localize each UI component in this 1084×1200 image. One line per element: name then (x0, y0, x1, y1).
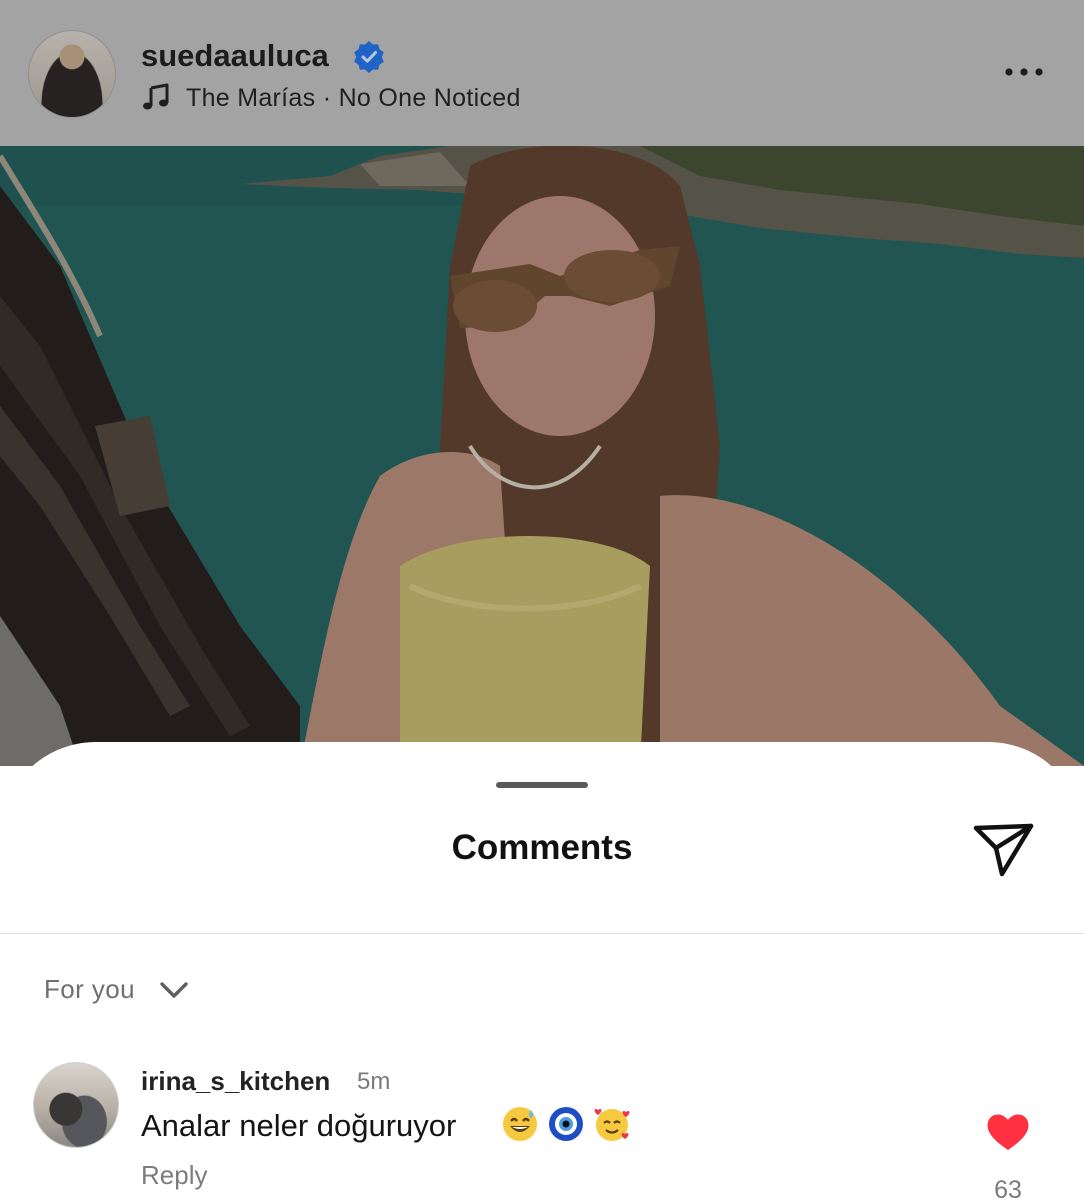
author-username[interactable]: suedaauluca (141, 38, 329, 74)
music-separator: · (322, 84, 332, 112)
smiling-face-with-hearts-emoji-icon (594, 1108, 630, 1141)
verified-icon (354, 41, 384, 73)
music-note-icon (143, 83, 169, 110)
sheet-divider (0, 933, 1084, 934)
post-photo[interactable] (0, 146, 1084, 766)
comment-timestamp: 5m (357, 1068, 391, 1095)
comment-item: irina_s_kitchen 5m Analar neler doğuruyo… (0, 1060, 1084, 1200)
sheet-title: Comments (451, 828, 633, 867)
comment-emojis (500, 1104, 632, 1144)
author-avatar[interactable] (28, 30, 116, 118)
heart-icon[interactable] (986, 1112, 1030, 1152)
comments-sheet: Comments For you irina_s_kitchen 5m Anal… (0, 742, 1084, 1200)
more-icon[interactable] (1000, 62, 1048, 82)
music-label[interactable]: The Marías · No One Noticed (186, 84, 521, 113)
music-artist: The Marías (186, 84, 316, 112)
reply-button[interactable]: Reply (141, 1160, 207, 1191)
nazar-amulet-emoji-icon (549, 1107, 583, 1141)
comment-filter-dropdown[interactable]: For you (44, 974, 189, 1005)
like-count: 63 (994, 1176, 1022, 1200)
chevron-down-icon (160, 981, 188, 998)
sheet-grab-handle[interactable] (496, 782, 588, 788)
share-icon[interactable] (970, 820, 1036, 880)
music-track: No One Noticed (338, 84, 521, 112)
commenter-avatar[interactable] (33, 1062, 119, 1148)
post-header: suedaauluca The Marías · No One Noticed (0, 0, 1084, 146)
sweat-smile-emoji-icon (503, 1107, 537, 1141)
photo-illustration (0, 146, 1084, 766)
filter-label: For you (44, 974, 135, 1004)
commenter-username[interactable]: irina_s_kitchen (141, 1066, 330, 1097)
comment-text: Analar neler doğuruyor (141, 1108, 457, 1143)
